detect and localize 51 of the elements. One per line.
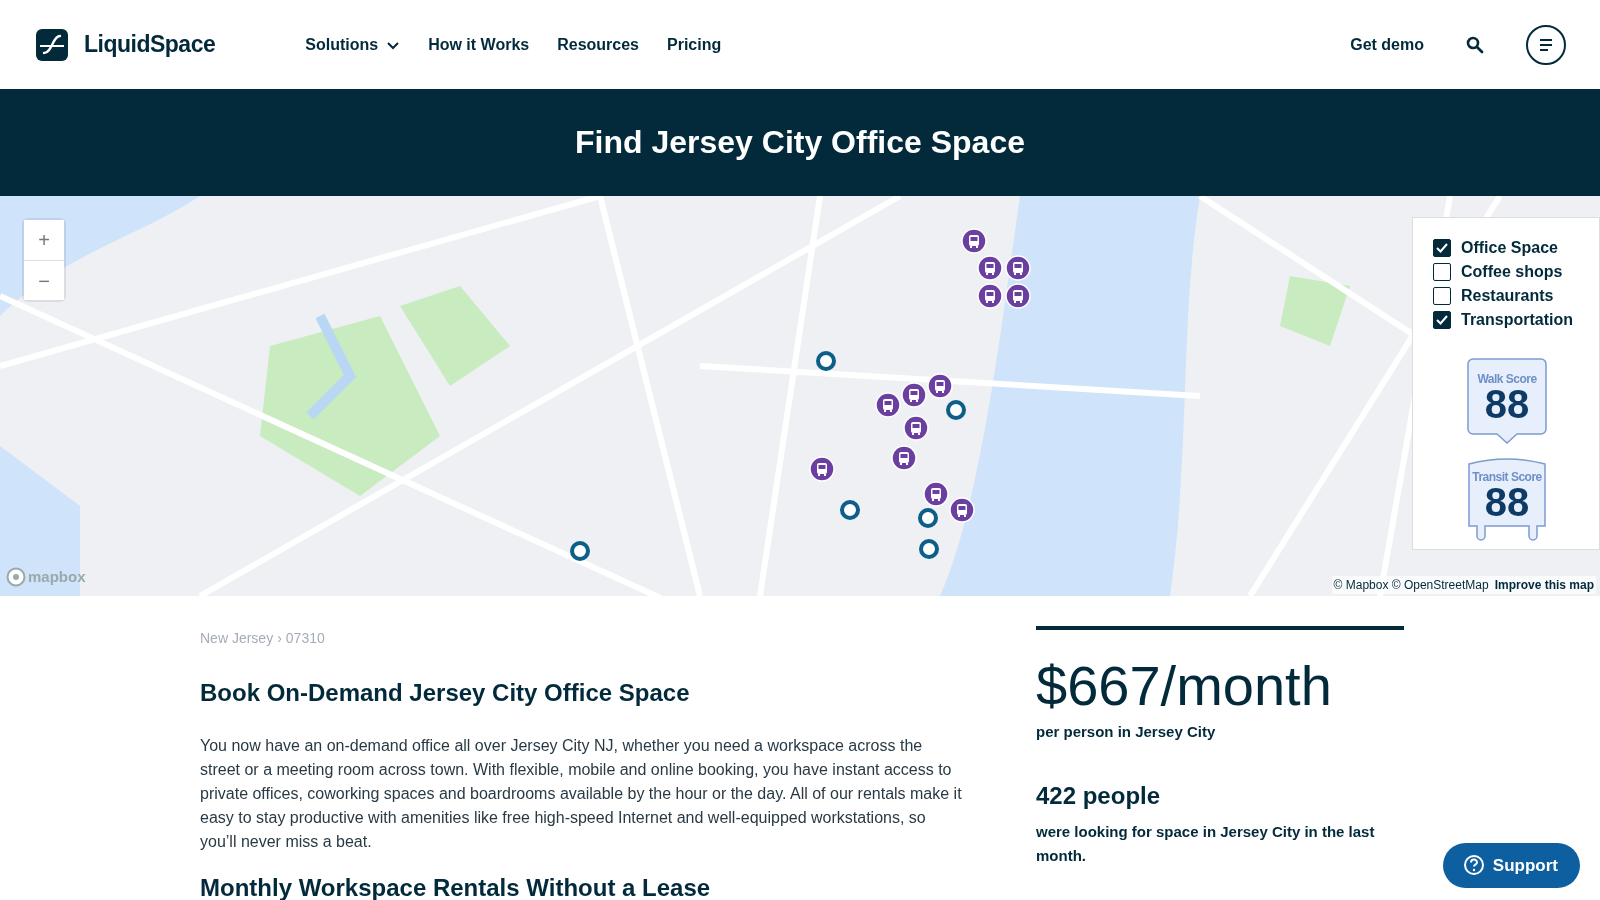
attribution-text: © Mapbox © OpenStreetMap (1333, 578, 1489, 592)
location-marker-icon[interactable] (946, 400, 966, 420)
nav-link[interactable]: Solutions (305, 32, 401, 57)
zoom-out-button[interactable]: − (24, 260, 64, 300)
location-marker-icon[interactable] (919, 539, 939, 559)
section-heading: Monthly Workspace Rentals Without a Lease (200, 873, 712, 900)
bus-marker-icon[interactable] (1005, 283, 1031, 309)
breadcrumb-separator: › (277, 629, 282, 648)
bus-marker-icon[interactable] (923, 481, 949, 507)
bus-marker-icon[interactable] (977, 255, 1003, 281)
price-text: $667/month (1036, 658, 1333, 714)
menu-icon (1539, 38, 1553, 51)
check-icon (1436, 315, 1448, 325)
logo-icon[interactable] (36, 28, 68, 61)
nav-link[interactable]: Resources (557, 32, 639, 57)
walk-score-badge[interactable]: Walk Score 88 (1467, 358, 1547, 442)
bus-marker-icon[interactable] (977, 283, 1003, 309)
improve-map-link[interactable]: Improve this map (1494, 578, 1594, 592)
bus-marker-icon[interactable] (1005, 255, 1031, 281)
help-icon (1462, 854, 1485, 877)
location-marker-icon[interactable] (918, 508, 938, 528)
bus-marker-icon[interactable] (891, 445, 917, 471)
people-count: 422 people (1036, 781, 1162, 811)
location-marker-icon[interactable] (840, 500, 860, 520)
support-button[interactable]: Support (1442, 842, 1580, 888)
page-title: Find Jersey City Office Space (575, 123, 1025, 162)
paragraph-text: You now have an on-demand office all over Jersey City NJ, whether you need a workspace across the street or a meeting room across town. With flexible, mobile and online booking, you have instant access to private offices, coworking spaces and boardrooms available by the hour or the day. All of our rentals make it easy to stay productive with amenities like free high-speed Internet and well-equipped workstations, so you’ll never miss a beat. (200, 735, 963, 852)
location-marker-icon[interactable] (816, 351, 836, 371)
bus-marker-icon[interactable] (903, 415, 929, 441)
check-icon (1436, 243, 1448, 253)
bus-marker-icon[interactable] (875, 392, 901, 418)
filter-checkbox[interactable]: Coffee shops (1433, 260, 1599, 284)
filter-checkbox[interactable]: Office Space (1433, 236, 1599, 260)
section-heading: Book On-Demand Jersey City Office Space (200, 679, 691, 708)
brand-name[interactable]: LiquidSpace (84, 27, 216, 62)
search-icon[interactable] (1466, 36, 1484, 55)
menu-button[interactable] (1526, 24, 1566, 65)
price-caption: per person in Jersey City (1036, 722, 1217, 742)
bus-marker-icon[interactable] (961, 228, 987, 254)
get-demo-link[interactable]: Get demo (1350, 32, 1424, 57)
people-caption: were looking for space in Jersey City in the last month. (1036, 822, 1376, 866)
nav-link[interactable]: How it Works (428, 32, 530, 57)
transit-score-badge[interactable]: Transit Score 88 (1467, 456, 1547, 540)
nav-link[interactable]: Pricing (667, 32, 722, 57)
bus-marker-icon[interactable] (949, 497, 975, 523)
bus-marker-icon[interactable] (809, 456, 835, 482)
filter-checkbox[interactable]: Restaurants (1433, 284, 1599, 308)
bus-marker-icon[interactable] (901, 382, 927, 408)
filter-checkbox[interactable]: Transportation (1433, 308, 1599, 332)
location-marker-icon[interactable] (570, 541, 590, 561)
bus-marker-icon[interactable] (927, 373, 953, 399)
